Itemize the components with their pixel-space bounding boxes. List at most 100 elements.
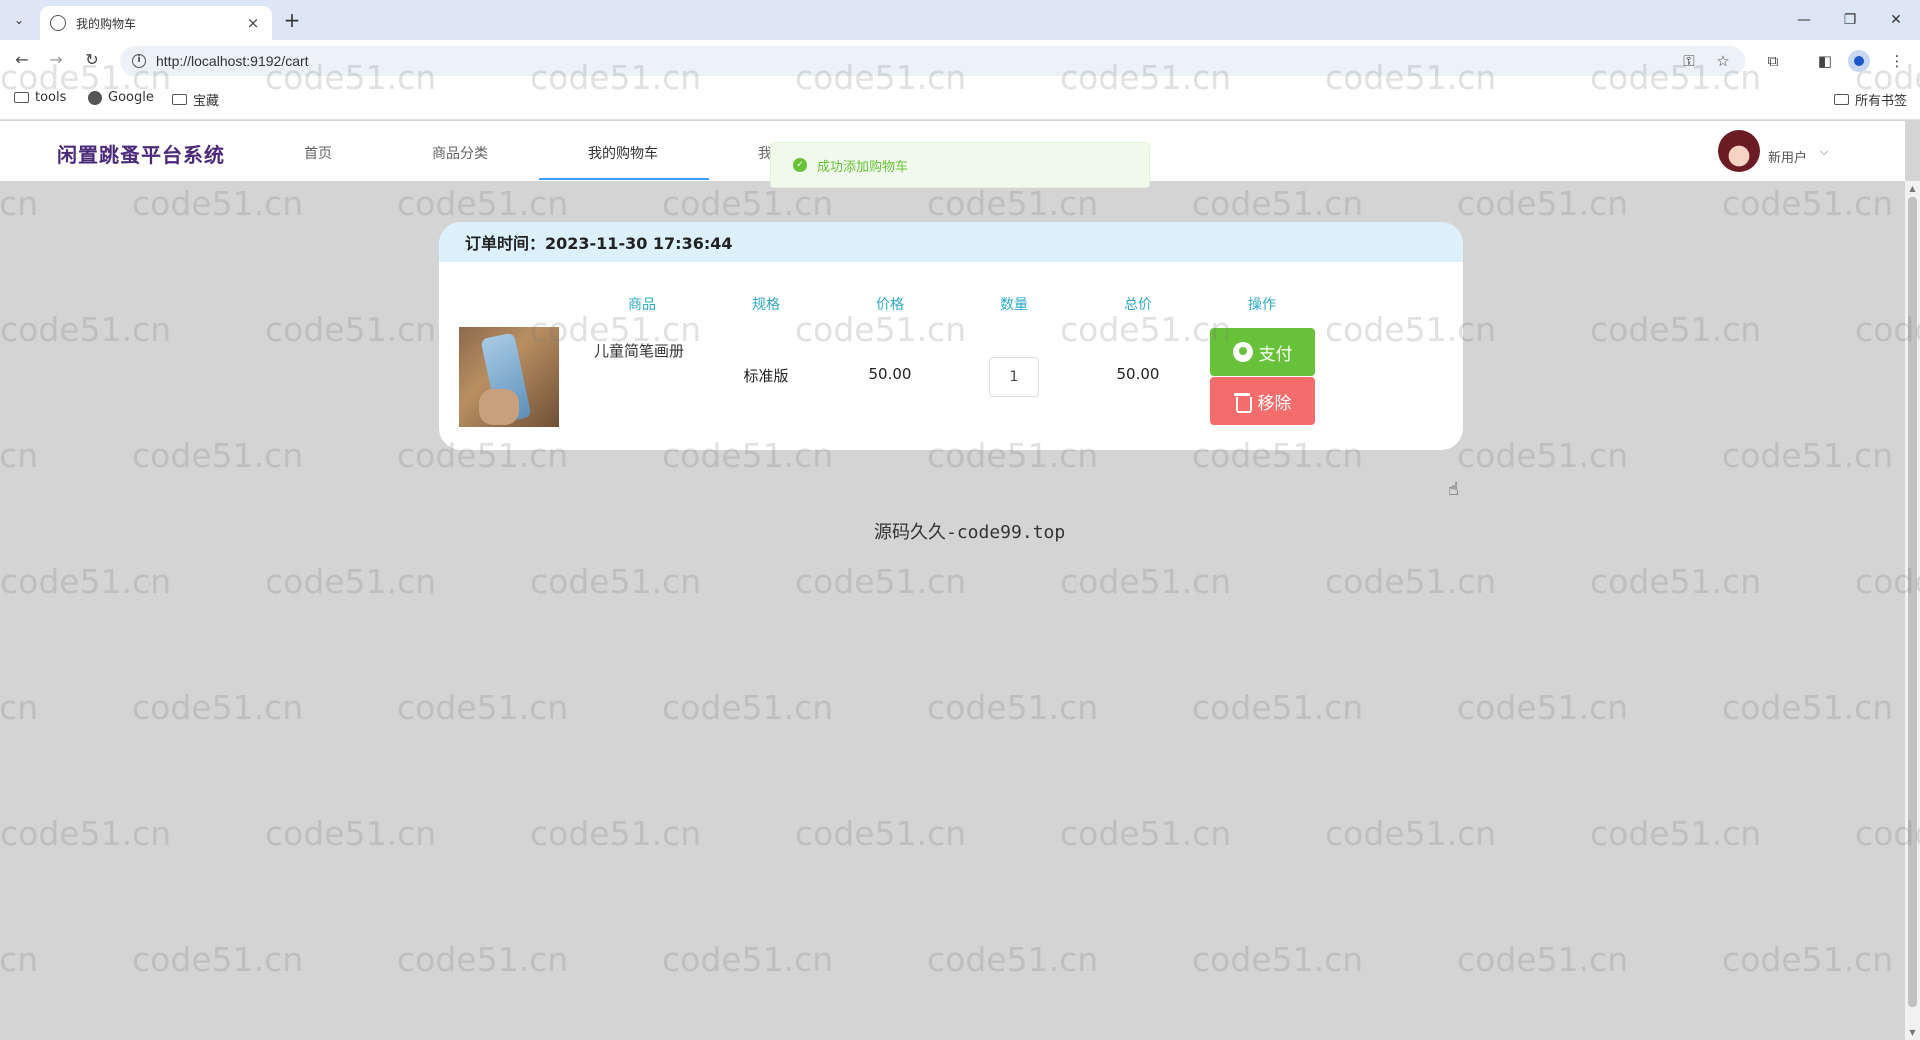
site-info-icon[interactable]: i xyxy=(132,54,146,68)
column-header-product: 商品 xyxy=(628,297,656,313)
watermark-text: code51.cn xyxy=(1590,814,1762,853)
watermark-text: code51.cn xyxy=(927,184,1099,223)
bookmark-label: tools xyxy=(35,90,67,105)
bookmark-treasure[interactable]: 宝藏 xyxy=(172,90,219,109)
nav-cart[interactable]: 我的购物车 xyxy=(588,143,658,163)
menu-kebab-icon[interactable]: ⋮ xyxy=(1886,50,1908,72)
folder-icon xyxy=(172,94,187,105)
watermark-text: code51.cn xyxy=(927,688,1099,727)
watermark-text: code51.cn xyxy=(530,562,702,601)
bookmark-label: 宝藏 xyxy=(193,94,220,109)
watermark-text: code51.cn xyxy=(1060,814,1232,853)
forward-arrow-icon[interactable]: → xyxy=(44,49,68,73)
remove-button[interactable]: 移除 xyxy=(1210,377,1315,425)
site-logo[interactable]: 闲置跳蚤平台系统 xyxy=(57,139,225,168)
watermark-text: code51.cn xyxy=(1192,688,1364,727)
page-scrollbar[interactable]: ▲ ▼ xyxy=(1905,181,1920,1040)
product-price: 50.00 xyxy=(868,365,912,383)
watermark-text: code51.cn xyxy=(132,940,304,979)
watermark-text: code51.cn xyxy=(1457,940,1629,979)
watermark-text: code51.cn xyxy=(795,814,967,853)
nav-categories[interactable]: 商品分类 xyxy=(432,143,488,163)
watermark-text: code51.cn xyxy=(0,562,172,601)
product-name[interactable]: 儿童简笔画册 xyxy=(594,340,684,361)
watermark-text: code51.cn xyxy=(1590,562,1762,601)
check-circle-icon: ✓ xyxy=(793,158,807,172)
watermark-text: code51.cn xyxy=(265,814,437,853)
back-arrow-icon[interactable]: ← xyxy=(10,49,34,73)
watermark-text: code51.cn xyxy=(795,562,967,601)
browser-toolbar: ← → ↻ i http://localhost:9192/cart ⚿ ☆ ⧉… xyxy=(0,40,1920,80)
pay-button-label: 支付 xyxy=(1258,344,1293,365)
column-header-actions: 操作 xyxy=(1248,297,1276,313)
restore-icon[interactable]: ❐ xyxy=(1836,8,1864,32)
tab-title: 我的购物车 xyxy=(76,16,137,31)
watermark-text: code51.cn xyxy=(662,688,834,727)
watermark-text: code51.cn xyxy=(397,688,569,727)
url-text: http://localhost:9192/cart xyxy=(156,53,309,69)
column-header-spec: 规格 xyxy=(752,297,780,313)
watermark-text: code51.cn xyxy=(0,940,39,979)
extensions-icon[interactable]: ⧉ xyxy=(1762,50,1784,72)
watermark-text: code51.cn xyxy=(132,184,304,223)
pay-icon xyxy=(1232,342,1253,362)
user-name[interactable]: 新用户 xyxy=(1768,147,1807,166)
address-bar[interactable]: i http://localhost:9192/cart xyxy=(120,46,1745,76)
watermark-text: code51.cn xyxy=(1722,688,1894,727)
bookmark-google[interactable]: Google xyxy=(88,90,154,105)
profile-icon[interactable] xyxy=(1848,50,1870,72)
all-bookmarks[interactable]: 所有书签 xyxy=(1834,90,1907,109)
browser-tab-bar: ⌄ 我的购物车 × + — ❐ ✕ xyxy=(0,0,1920,40)
minimize-icon[interactable]: — xyxy=(1790,8,1818,32)
product-image[interactable] xyxy=(459,327,559,427)
password-key-icon[interactable]: ⚿ xyxy=(1678,50,1700,72)
quantity-input[interactable]: 1 xyxy=(989,357,1039,397)
browser-tab[interactable]: 我的购物车 × xyxy=(40,6,272,40)
reload-icon[interactable]: ↻ xyxy=(80,49,104,73)
avatar[interactable] xyxy=(1718,130,1760,172)
scroll-up-arrow-icon[interactable]: ▲ xyxy=(1905,181,1920,196)
google-globe-icon xyxy=(88,90,102,105)
watermark-text: code51.cn xyxy=(1457,436,1629,475)
watermark-text: code51.cn xyxy=(132,688,304,727)
tab-search-chevron-icon[interactable]: ⌄ xyxy=(8,9,30,31)
chevron-down-icon[interactable]: ⌵ xyxy=(1820,145,1828,159)
bookmark-star-icon[interactable]: ☆ xyxy=(1712,50,1734,72)
new-tab-button[interactable]: + xyxy=(280,9,304,33)
watermark-text: code51.cn xyxy=(1325,814,1497,853)
watermark-text: code51.cn xyxy=(1722,940,1894,979)
watermark-text: code51.cn xyxy=(265,562,437,601)
watermark-text: code51.cn xyxy=(1590,310,1762,349)
watermark-text: code51.cn xyxy=(530,814,702,853)
watermark-text: code51.cn xyxy=(1060,562,1232,601)
watermark-text: code51.cn xyxy=(0,688,39,727)
watermark-text: code51.cn xyxy=(662,184,834,223)
bookmark-tools[interactable]: tools xyxy=(14,90,66,105)
column-header-price: 价格 xyxy=(876,297,904,313)
watermark-text: code51.cn xyxy=(1722,184,1894,223)
watermark-text: code51.cn xyxy=(1192,184,1364,223)
toast-message: 成功添加购物车 xyxy=(817,159,909,175)
product-image-hand xyxy=(479,389,519,425)
scroll-down-arrow-icon[interactable]: ▼ xyxy=(1905,1025,1920,1040)
pay-button[interactable]: 支付 xyxy=(1210,328,1315,376)
watermark-text: code51.cn xyxy=(1722,436,1894,475)
watermark-text: code51.cn xyxy=(0,814,172,853)
watermark-text: code51.cn xyxy=(0,436,39,475)
product-spec: 标准版 xyxy=(743,367,789,385)
watermark-text: code51.cn xyxy=(397,184,569,223)
folder-icon xyxy=(14,92,29,103)
watermark-text: code51.cn xyxy=(1457,688,1629,727)
watermark-text: code51.cn xyxy=(265,310,437,349)
watermark-text: code51.cn xyxy=(1192,940,1364,979)
scroll-thumb[interactable] xyxy=(1908,197,1917,1007)
close-tab-icon[interactable]: × xyxy=(244,14,262,32)
close-window-icon[interactable]: ✕ xyxy=(1882,8,1910,32)
nav-home[interactable]: 首页 xyxy=(304,143,332,163)
remove-button-label: 移除 xyxy=(1257,393,1292,414)
side-panel-icon[interactable]: ◧ xyxy=(1814,50,1836,72)
watermark-text: code51.cn xyxy=(397,940,569,979)
product-total: 50.00 xyxy=(1116,365,1160,383)
footer-text: 源码久久-code99.top xyxy=(874,522,1066,543)
bookmark-label: Google xyxy=(108,90,154,105)
